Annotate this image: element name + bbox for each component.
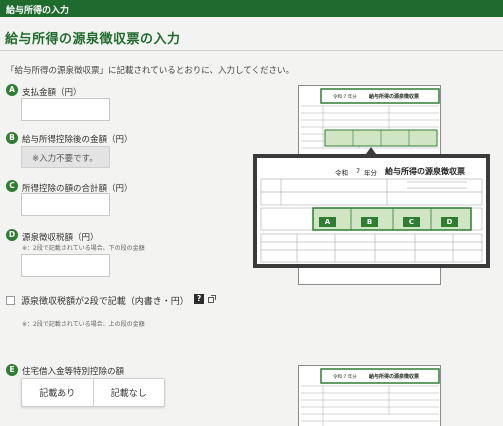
form-thumbnail-lower: 令和 7 年分 給与所得の源泉徴収票 — [298, 365, 441, 426]
zoom-marker-b: B — [361, 217, 378, 227]
two-row-note: ※：2段で記載されている場合、上の段の金額 — [22, 321, 145, 328]
payment-amount-label: 支払金額（円） — [22, 88, 82, 98]
housing-loan-label: 住宅借入金等特別控除の額 — [22, 367, 125, 377]
withholding-tax-label: 源泉徴収税額（円） — [22, 233, 99, 243]
badge-d-icon: D — [6, 229, 18, 241]
zoom-marker-c: C — [403, 217, 420, 227]
form-grid-graphic-lower: 令和 7 年分 給与所得の源泉徴収票 — [301, 368, 440, 426]
help-icon[interactable]: ? — [194, 294, 204, 304]
intro-text: 「給与所得の源泉徴収票」に記載されているとおりに、入力してください。 — [6, 66, 294, 76]
badge-a-icon: A — [6, 84, 18, 96]
badge-e-icon: E — [6, 364, 18, 376]
page-title: 給与所得の源泉徴収票の入力 — [5, 32, 181, 47]
two-row-label: 源泉徴収税額が2段で記載（内書き・円） — [21, 297, 189, 307]
thumb-title: 給与所得の源泉徴収票 — [369, 93, 419, 100]
after-deduction-label: 給与所得控除後の金額（円） — [22, 135, 133, 145]
thumb-lower-year: 令和 7 年分 — [333, 373, 357, 380]
deduction-total-input[interactable] — [21, 193, 110, 216]
withholding-tax-input[interactable] — [21, 254, 110, 277]
breadcrumb: 給与所得の入力 — [6, 6, 70, 16]
badge-c-icon: C — [6, 180, 18, 192]
zoom-marker-d: D — [441, 217, 458, 227]
after-deduction-disabled-field: ※入力不要です。 — [21, 146, 110, 168]
thumb-lower-title: 給与所得の源泉徴収票 — [369, 373, 419, 380]
withholding-tax-note: ※：2段で記載されている場合、下の段の金額 — [22, 245, 145, 252]
thumb-year: 令和 7 年分 — [333, 93, 357, 100]
zoom-grid-graphic — [260, 178, 483, 263]
zoom-marker-a: A — [319, 217, 336, 227]
zoom-pointer — [366, 147, 376, 154]
form-zoom-panel: 令和 7 年分 給与所得の源泉徴収票 A B C D — [253, 154, 490, 268]
option-absent-button[interactable]: 記載なし — [92, 379, 165, 406]
payment-amount-input[interactable] — [21, 98, 110, 121]
option-present-button[interactable]: 記載あり — [22, 379, 93, 406]
housing-loan-toggle: 記載あり 記載なし — [21, 378, 165, 407]
external-link-icon[interactable] — [208, 295, 216, 303]
title-divider — [0, 50, 503, 51]
badge-b-icon: B — [6, 132, 18, 144]
page-header-bar: 給与所得の入力 — [0, 0, 503, 17]
two-row-checkbox[interactable] — [6, 296, 15, 305]
